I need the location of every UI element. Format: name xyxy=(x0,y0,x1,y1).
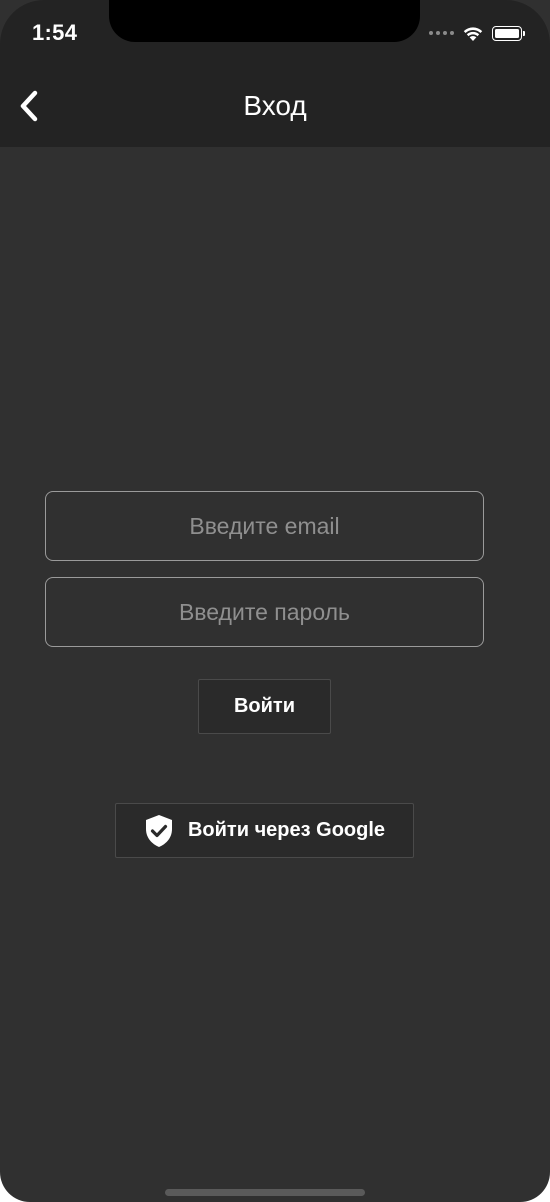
password-input[interactable] xyxy=(46,578,483,646)
google-login-button[interactable]: Войти через Google xyxy=(115,803,414,858)
home-indicator[interactable] xyxy=(165,1189,365,1196)
login-button[interactable]: Войти xyxy=(198,679,331,734)
device-notch xyxy=(109,0,420,42)
login-button-label: Войти xyxy=(233,695,296,717)
battery-icon xyxy=(492,25,525,41)
app-screen: 1:54 Вход Войти xyxy=(0,0,550,1202)
password-field[interactable] xyxy=(45,577,484,647)
wifi-icon xyxy=(463,26,483,41)
email-input[interactable] xyxy=(46,492,483,560)
page-title: Вход xyxy=(243,90,307,121)
cellular-signal-icon xyxy=(429,31,454,35)
header-bar: 1:54 Вход xyxy=(0,0,550,147)
google-login-label: Войти через Google xyxy=(187,819,386,841)
status-icons xyxy=(429,22,525,44)
shield-check-icon xyxy=(145,814,172,847)
email-field[interactable] xyxy=(45,491,484,561)
status-time: 1:54 xyxy=(32,20,78,45)
